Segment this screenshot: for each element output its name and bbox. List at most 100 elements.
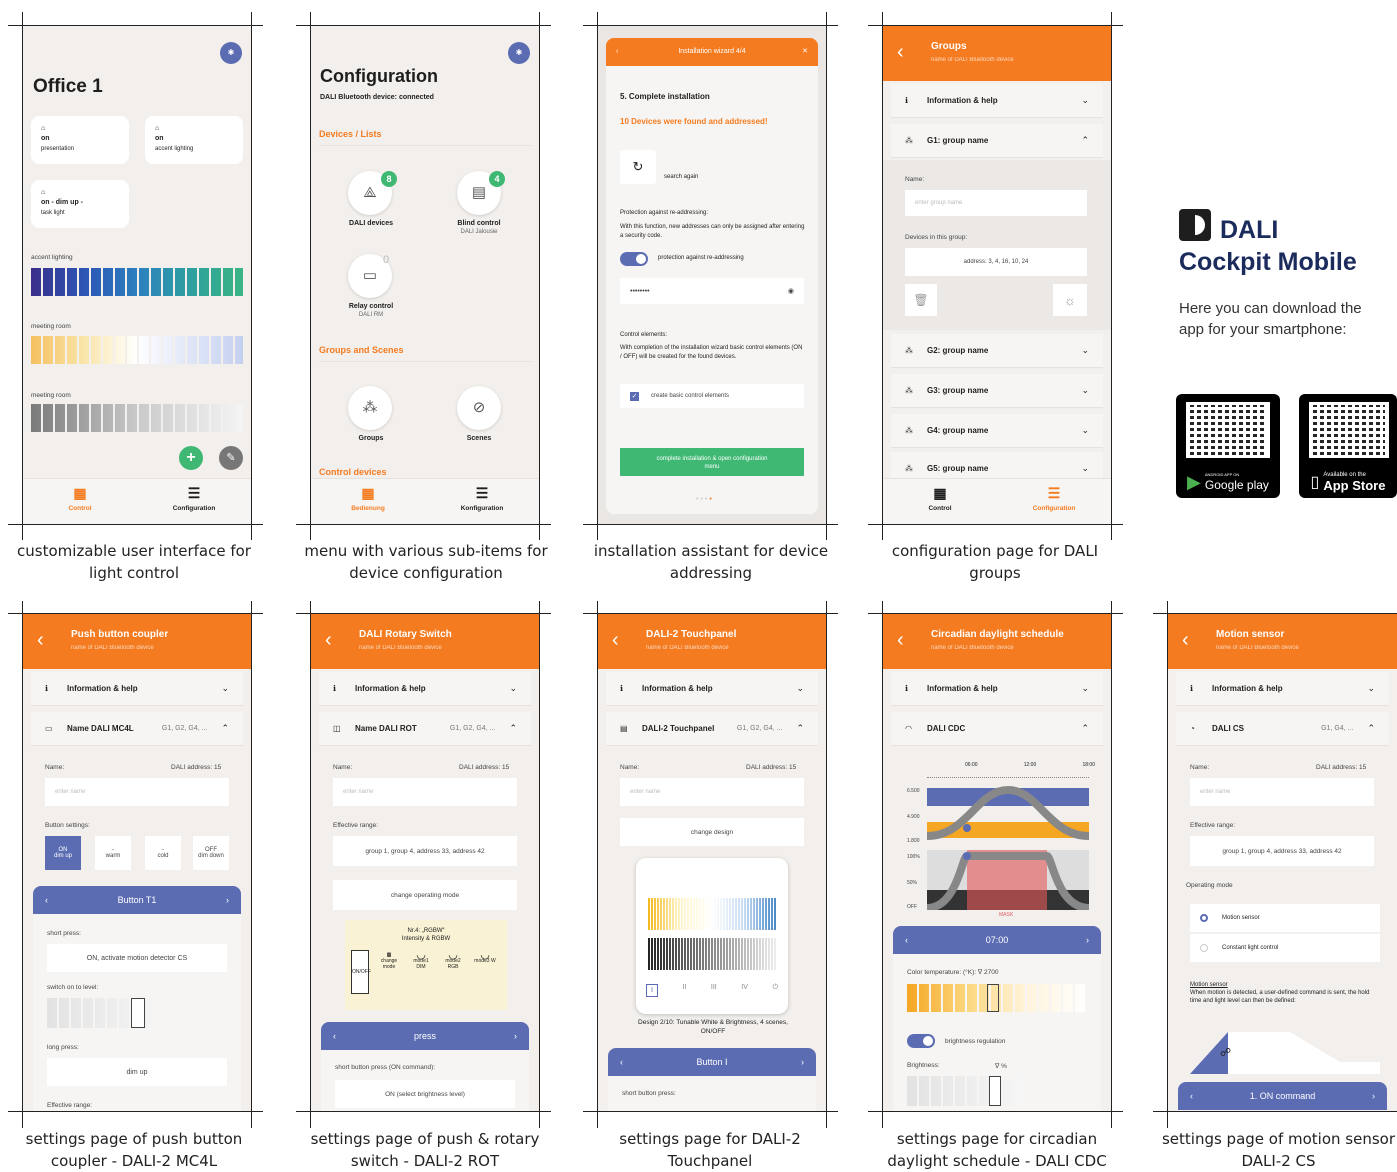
info-accordion[interactable]: ℹ Information & help ⌄ xyxy=(891,672,1103,706)
effective-range[interactable]: group 1, group 4, address 33, address 42 xyxy=(1190,836,1374,866)
chevron-right-icon[interactable]: › xyxy=(514,1031,517,1041)
add-button[interactable]: + xyxy=(179,446,203,470)
eye-icon[interactable]: ◉ xyxy=(788,287,794,295)
button-off-dim-down[interactable]: OFF dim down xyxy=(193,836,229,870)
button-cold[interactable]: - cold xyxy=(145,836,181,870)
nav-bedienung[interactable]: ▦ Bedienung xyxy=(311,479,425,524)
mode-1[interactable]: ◡ mode1 DIM xyxy=(409,950,433,971)
short-press-field[interactable]: ON (select brightness level) xyxy=(335,1080,515,1108)
chevron-left-icon[interactable]: ‹ xyxy=(333,1031,336,1041)
group-g2[interactable]: ⁂ G2: group name ⌄ xyxy=(891,334,1103,368)
device-accordion[interactable]: ▤ DALI-2 Touchpanel G1, G2, G4, ... ⌃ xyxy=(606,712,818,746)
time-selector[interactable]: ‹ 07:00 › xyxy=(893,926,1101,954)
bluetooth-icon[interactable]: ✱ xyxy=(220,42,242,64)
mode-onoff[interactable]: ON/OFF xyxy=(351,950,371,994)
identify-button[interactable]: ☼ xyxy=(1053,284,1087,316)
device-accordion[interactable]: ◠ DALI CDC ⌃ xyxy=(891,712,1103,746)
info-accordion[interactable]: ℹ Information & help ⌄ xyxy=(606,672,818,706)
delete-button[interactable]: 🗑 xyxy=(905,284,937,316)
back-icon[interactable]: ‹ xyxy=(897,41,904,64)
groups-button[interactable]: ⁂ xyxy=(348,386,392,430)
group-g4[interactable]: ⁂ G4: group name ⌄ xyxy=(891,414,1103,448)
info-accordion[interactable]: ℹ Information & help ⌄ xyxy=(891,84,1103,118)
button-on-dim-up[interactable]: ON dim up xyxy=(45,836,81,870)
color-temp-graph[interactable] xyxy=(927,784,1089,844)
chevron-right-icon[interactable]: › xyxy=(1086,935,1089,945)
tile-presentation[interactable]: ⌂ on presentation xyxy=(31,116,129,164)
change-mode-button[interactable]: change operating mode xyxy=(333,880,517,910)
tile-accent-lighting[interactable]: ⌂ on accent lighting xyxy=(145,116,243,164)
back-icon[interactable]: ‹ xyxy=(1182,629,1189,652)
nav-configuration[interactable]: ☰ Configuration xyxy=(997,479,1111,524)
short-press-field[interactable]: ON, activate motion detector CS xyxy=(47,944,227,972)
nav-konfiguration[interactable]: ☰ Konfiguration xyxy=(425,479,539,524)
group-devices[interactable]: address: 3, 4, 16, 10, 24 xyxy=(905,248,1087,276)
chevron-left-icon[interactable]: ‹ xyxy=(1190,1091,1193,1101)
device-accordion[interactable]: ▭ Name DALI MC4L G1, G2, G4, ... ⌃ xyxy=(31,712,243,746)
scene-buttons[interactable]: I II III IV ⏻ xyxy=(646,984,778,997)
chevron-left-icon[interactable]: ‹ xyxy=(905,935,908,945)
complete-button[interactable]: complete installation & open configurati… xyxy=(620,448,804,476)
mode-change[interactable]: ⏸ change mode xyxy=(377,950,401,971)
item-sublabel: DALI Jalousie xyxy=(460,229,498,235)
brightness-toggle[interactable] xyxy=(907,1034,935,1048)
option-constant-light[interactable]: Constant light control xyxy=(1190,934,1380,962)
back-icon[interactable]: ‹ xyxy=(325,629,332,652)
switch-level-label: switch on to level: xyxy=(47,984,99,991)
protect-toggle[interactable] xyxy=(620,252,648,266)
google-play-badge[interactable]: ▶ ANDROID APP ON Google play xyxy=(1176,394,1280,498)
create-controls-checkbox[interactable]: ✓ create basic control elements xyxy=(620,384,804,408)
nav-control[interactable]: ▦ Control xyxy=(23,479,137,524)
mode-2[interactable]: ◡ mode2 RGB xyxy=(441,950,465,971)
info-accordion[interactable]: ℹ Information & help ⌄ xyxy=(31,672,243,706)
info-accordion[interactable]: ℹ Information & help ⌄ xyxy=(1176,672,1389,706)
option-motion-sensor[interactable]: Motion sensor xyxy=(1190,904,1380,932)
effective-range[interactable]: group 1, group 4, address 33, address 42 xyxy=(333,836,517,866)
info-accordion[interactable]: ℹ Information & help ⌄ xyxy=(319,672,531,706)
long-press-field[interactable]: dim up xyxy=(47,1058,227,1086)
mode-label: Operating mode xyxy=(1186,882,1233,889)
nav-configuration[interactable]: ☰ Configuration xyxy=(137,479,251,524)
chevron-right-icon[interactable]: › xyxy=(801,1057,804,1067)
edit-button[interactable]: ✎ xyxy=(219,446,243,470)
back-icon[interactable]: ‹ xyxy=(612,629,619,652)
button-selector[interactable]: ‹ Button I › xyxy=(608,1048,816,1076)
group-g3[interactable]: ⁂ G3: group name ⌄ xyxy=(891,374,1103,408)
button-warm[interactable]: - warm xyxy=(95,836,131,870)
name-input[interactable]: enter name xyxy=(1190,778,1374,806)
bluetooth-icon[interactable]: ✱ xyxy=(508,42,530,64)
app-store-badge[interactable]: ▯ Available on the App Store xyxy=(1299,394,1397,498)
back-icon[interactable]: ‹ xyxy=(37,629,44,652)
chevron-left-icon[interactable]: ‹ xyxy=(45,895,48,905)
name-input[interactable]: enter name xyxy=(333,778,517,806)
device-accordion[interactable]: ◔ DALI CS G1, G4, ... ⌃ xyxy=(1176,712,1389,746)
rgb-slider[interactable] xyxy=(31,268,243,296)
mode-3[interactable]: ◡ mode3 W xyxy=(473,950,497,965)
button-selector[interactable]: ‹ Button T1 › xyxy=(33,886,241,914)
brightness-slider[interactable] xyxy=(31,404,243,432)
chevron-left-icon[interactable]: ‹ xyxy=(620,1057,623,1067)
color-temp-slider[interactable] xyxy=(31,336,243,364)
protect-text: With this function, new addresses can on… xyxy=(620,224,805,239)
group-g1[interactable]: ⁂ G1: group name ⌃ xyxy=(891,124,1103,158)
search-again-button[interactable]: ↻ xyxy=(620,150,656,184)
action-selector[interactable]: ‹ press › xyxy=(321,1022,529,1050)
back-icon[interactable]: ‹ xyxy=(616,38,618,66)
nav-control[interactable]: ▦ Control xyxy=(883,479,997,524)
close-icon[interactable]: ✕ xyxy=(802,38,808,66)
name-input[interactable]: enter name xyxy=(45,778,229,806)
command-selector[interactable]: ‹ 1. ON command › xyxy=(1178,1082,1387,1110)
brightness-slider[interactable] xyxy=(907,1076,1027,1106)
group-name-input[interactable]: enter group name xyxy=(905,190,1087,216)
chevron-right-icon[interactable]: › xyxy=(226,895,229,905)
tile-task-light[interactable]: ⌂ on - dim up - task light xyxy=(31,180,129,228)
motion-graph[interactable]: ☍ xyxy=(1190,1022,1380,1074)
device-accordion[interactable]: ◫ Name DALI ROT G1, G2, G4, ... ⌃ xyxy=(319,712,531,746)
brightness-graph[interactable] xyxy=(927,850,1089,910)
password-field[interactable]: •••••••• ◉ xyxy=(620,278,804,304)
change-design-button[interactable]: change design xyxy=(620,818,804,846)
name-input[interactable]: enter name xyxy=(620,778,804,806)
back-icon[interactable]: ‹ xyxy=(897,629,904,652)
chevron-right-icon[interactable]: › xyxy=(1372,1091,1375,1101)
scenes-button[interactable]: ⊘ xyxy=(457,386,501,430)
